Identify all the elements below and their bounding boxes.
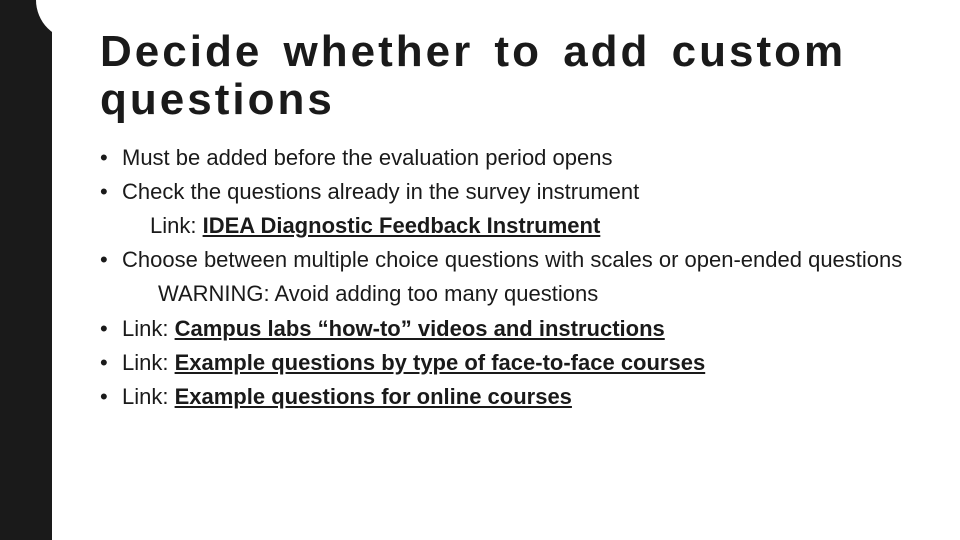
slide: Decide whether to add custom questions M…	[0, 0, 960, 540]
bullet-list: Must be added before the evaluation peri…	[100, 141, 924, 414]
bullet-item: Link: Campus labs “how-to” videos and in…	[100, 312, 924, 346]
link-campus-labs[interactable]: Campus labs “how-to” videos and instruct…	[175, 316, 665, 341]
bullet-item: Must be added before the evaluation peri…	[100, 141, 924, 175]
link-prefix: Link:	[122, 384, 175, 409]
bullet-item: Link: Example questions for online cours…	[100, 380, 924, 414]
bullet-text: Choose between multiple choice questions…	[122, 247, 902, 272]
link-line: Link: Example questions for online cours…	[122, 384, 572, 409]
link-line: Link: Example questions by type of face-…	[122, 350, 705, 375]
bullet-item: Link: Example questions by type of face-…	[100, 346, 924, 380]
link-prefix: Link:	[122, 350, 175, 375]
link-prefix: Link:	[150, 213, 203, 238]
link-example-f2f[interactable]: Example questions by type of face-to-fac…	[175, 350, 706, 375]
bullet-item: Check the questions already in the surve…	[100, 175, 924, 243]
link-idea-feedback[interactable]: IDEA Diagnostic Feedback Instrument	[203, 213, 601, 238]
bullet-text: Must be added before the evaluation peri…	[122, 145, 612, 170]
warning-line: WARNING: Avoid adding too many questions	[122, 281, 598, 306]
page-title: Decide whether to add custom questions	[100, 28, 924, 123]
left-sidebar	[0, 0, 52, 540]
bullet-text: Check the questions already in the surve…	[122, 179, 639, 204]
link-example-online[interactable]: Example questions for online courses	[175, 384, 572, 409]
link-prefix: Link:	[122, 316, 175, 341]
sub-line: Link: IDEA Diagnostic Feedback Instrumen…	[122, 209, 924, 243]
content-area: Decide whether to add custom questions M…	[100, 28, 924, 414]
bullet-item: Choose between multiple choice questions…	[100, 243, 924, 311]
link-line: Link: Campus labs “how-to” videos and in…	[122, 316, 665, 341]
